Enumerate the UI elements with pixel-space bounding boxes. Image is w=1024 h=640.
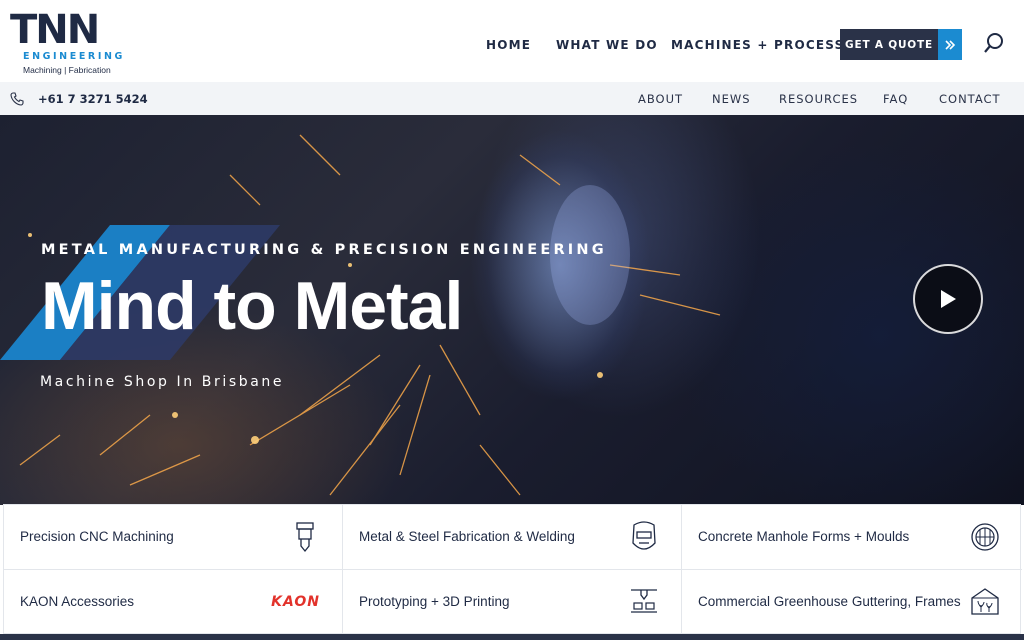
double-chevron-right-icon xyxy=(938,29,962,60)
hero-banner: METAL MANUFACTURING & PRECISION ENGINEER… xyxy=(0,115,1024,505)
nav-what-we-do[interactable]: WHAT WE DO xyxy=(556,38,658,52)
manhole-icon xyxy=(971,523,999,551)
service-label: Commercial Greenhouse Guttering, Frames xyxy=(698,594,961,609)
bottom-section-edge xyxy=(0,634,1024,640)
kaon-logo: KAON xyxy=(271,594,320,610)
service-card-fabrication[interactable]: Metal & Steel Fabrication & Welding xyxy=(343,505,682,570)
logo-engineering-text: ENGINEERING xyxy=(23,51,125,62)
get-a-quote-button[interactable]: GET A QUOTE xyxy=(840,29,962,60)
service-card-prototyping[interactable]: Prototyping + 3D Printing xyxy=(343,570,682,635)
service-card-manhole[interactable]: Concrete Manhole Forms + Moulds xyxy=(682,505,1022,570)
hero-title: Mind to Metal xyxy=(41,268,463,344)
welding-mask-icon xyxy=(632,521,656,550)
hero-kicker: METAL MANUFACTURING & PRECISION ENGINEER… xyxy=(41,242,607,258)
subnav-about[interactable]: ABOUT xyxy=(638,92,683,106)
greenhouse-icon xyxy=(971,588,999,615)
service-label: Metal & Steel Fabrication & Welding xyxy=(359,529,575,544)
subnav-contact[interactable]: CONTACT xyxy=(939,92,1001,106)
service-label: KAON Accessories xyxy=(20,594,135,609)
3d-printer-icon xyxy=(631,589,657,613)
service-label: Precision CNC Machining xyxy=(20,529,174,544)
svg-text:TNN: TNN xyxy=(10,9,98,49)
service-label: Prototyping + 3D Printing xyxy=(359,594,510,609)
service-card-cnc[interactable]: Precision CNC Machining xyxy=(4,505,343,570)
nav-machines-processes[interactable]: MACHINES + PROCESSES xyxy=(671,38,864,52)
tnn-logo-mark: TNN xyxy=(10,9,100,49)
subnav-news[interactable]: NEWS xyxy=(712,92,751,106)
tnn-logo[interactable]: TNN ENGINEERING Machining | Fabrication xyxy=(10,9,126,77)
phone-icon xyxy=(10,92,24,106)
play-video-button[interactable] xyxy=(913,264,983,334)
site-header: TNN ENGINEERING Machining | Fabrication … xyxy=(0,0,1024,82)
hero-subtitle: Machine Shop In Brisbane xyxy=(40,374,285,390)
get-a-quote-label: GET A QUOTE xyxy=(840,29,938,60)
subnav-resources[interactable]: RESOURCES xyxy=(779,92,858,106)
service-card-greenhouse[interactable]: Commercial Greenhouse Guttering, Frames xyxy=(682,570,1022,635)
service-label: Concrete Manhole Forms + Moulds xyxy=(698,529,910,544)
nav-home[interactable]: HOME xyxy=(486,38,531,52)
logo-tagline: Machining | Fabrication xyxy=(23,65,111,75)
play-icon xyxy=(941,290,956,308)
services-grid: Precision CNC Machining Metal & Steel Fa… xyxy=(3,504,1022,635)
subnav-faq[interactable]: FAQ xyxy=(883,92,908,106)
search-icon[interactable] xyxy=(982,31,1006,55)
phone-number-link[interactable]: +61 7 3271 5424 xyxy=(38,92,148,106)
cnc-tool-icon xyxy=(296,522,314,553)
service-card-kaon[interactable]: KAON Accessories KAON xyxy=(4,570,343,635)
utility-bar: +61 7 3271 5424 ABOUT NEWS RESOURCES FAQ… xyxy=(0,82,1024,115)
